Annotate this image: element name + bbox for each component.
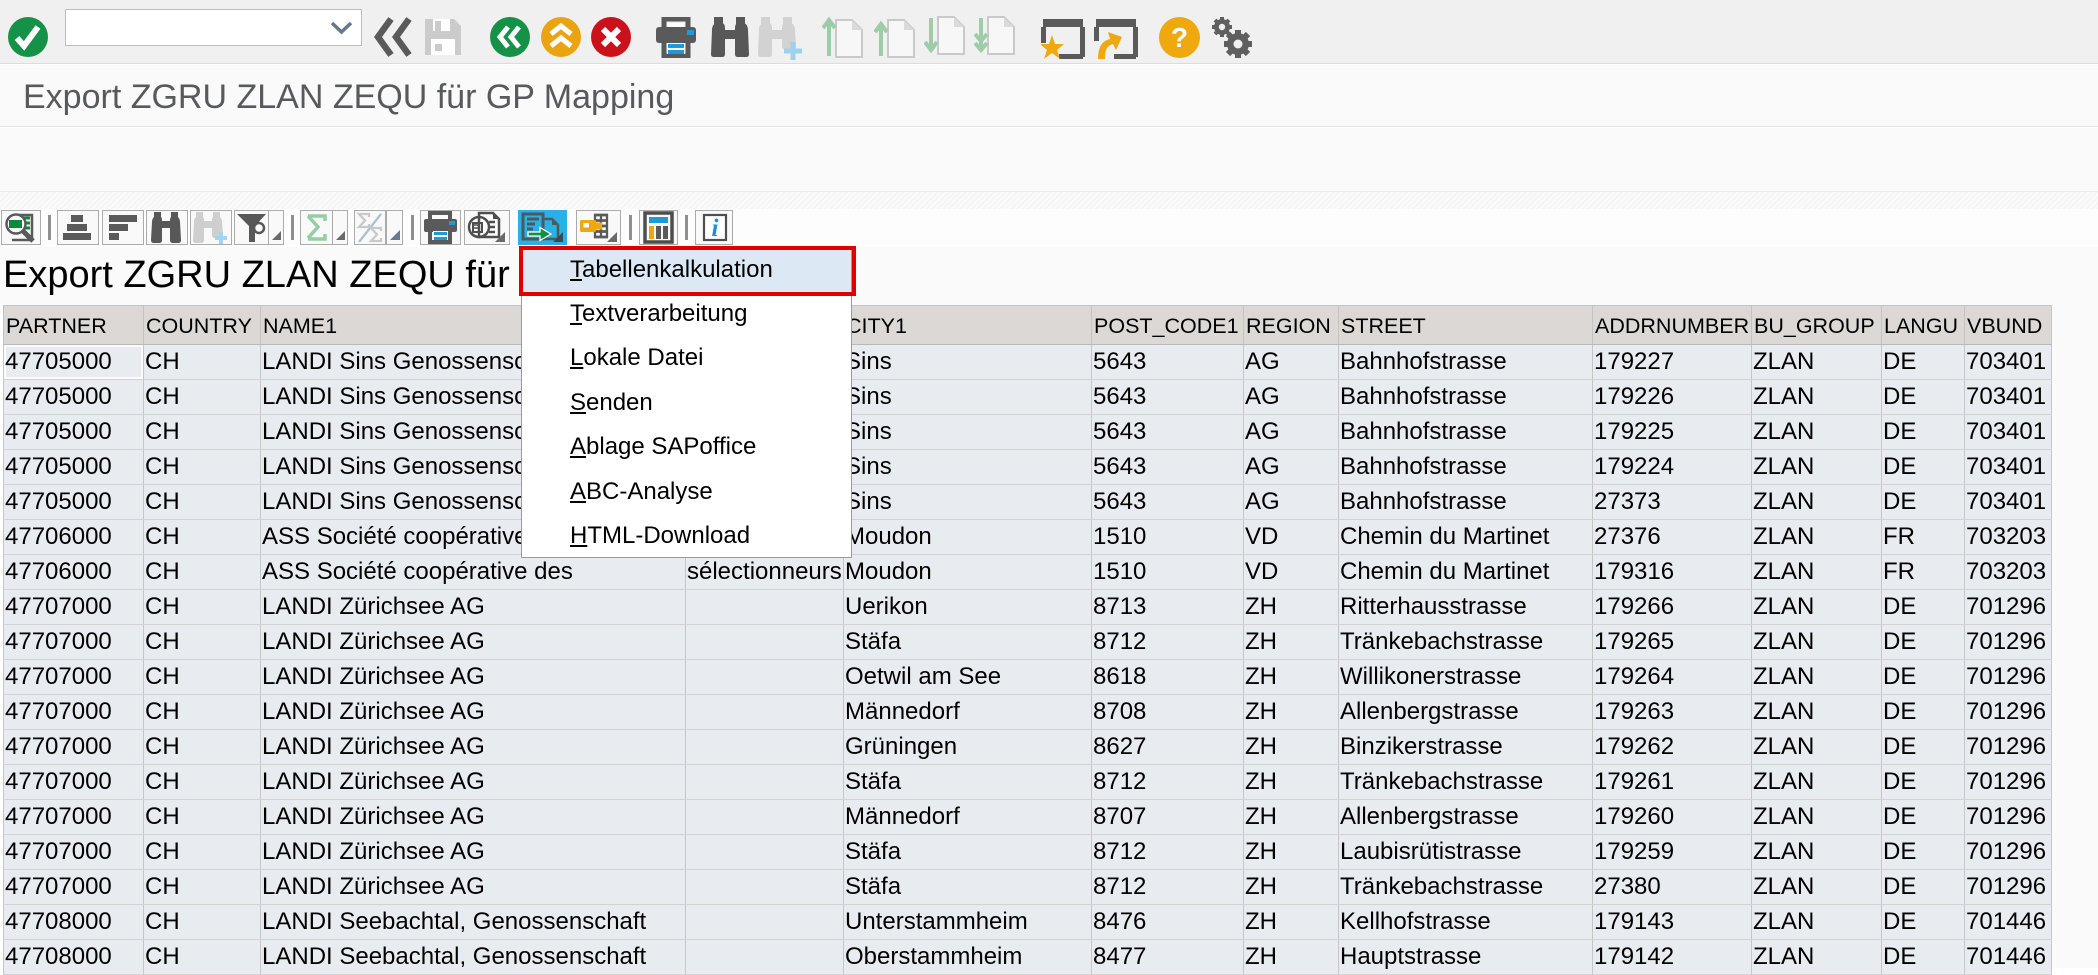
svg-text:?: ?: [1171, 22, 1188, 53]
svg-text:i: i: [712, 215, 719, 242]
